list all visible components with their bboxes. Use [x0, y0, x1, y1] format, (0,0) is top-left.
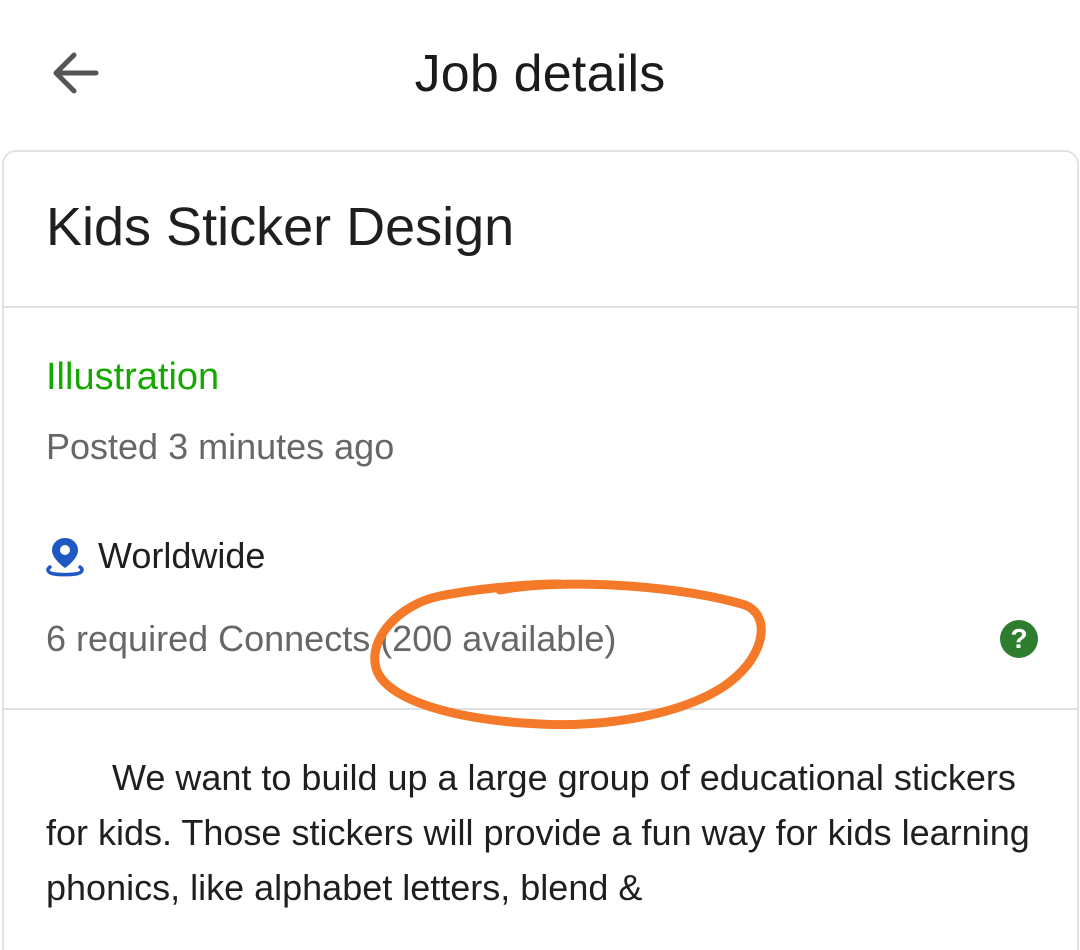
job-category-link[interactable]: Illustration [46, 356, 219, 399]
location-pin-icon [46, 538, 84, 577]
posted-time: Posted 3 minutes ago [46, 426, 395, 467]
page-title: Job details [414, 45, 666, 103]
location-row: Worldwide [44, 535, 265, 577]
location-text: Worldwide [98, 535, 266, 576]
job-title: Kids Sticker Design [46, 197, 515, 257]
job-card: Kids Sticker Design Illustration Posted … [2, 150, 1079, 950]
divider [4, 708, 1077, 710]
app-header: Job details [0, 0, 1080, 150]
divider [4, 306, 1077, 308]
question-mark-icon[interactable]: ? [1000, 620, 1038, 658]
job-description: We want to build up a large group of edu… [46, 757, 1030, 908]
connects-info: 6 required Connects (200 available) [46, 618, 617, 659]
